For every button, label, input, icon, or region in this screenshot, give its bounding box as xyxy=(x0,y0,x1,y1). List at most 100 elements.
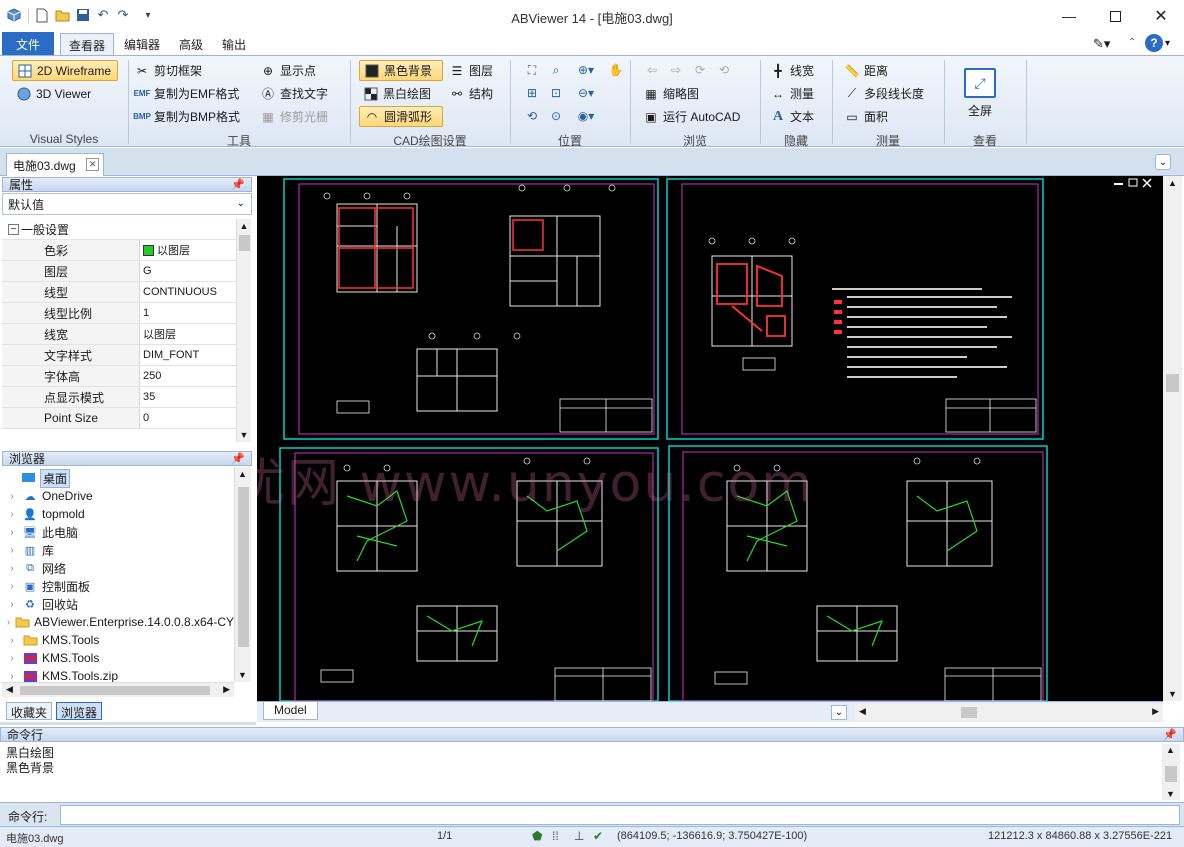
fullscreen-icon[interactable]: ⤢ xyxy=(964,68,996,98)
zoom-window-icon[interactable]: ⌕ xyxy=(546,60,566,80)
ortho-icon[interactable]: ⊥ xyxy=(574,829,584,843)
canvas-hscrollbar[interactable]: ◀ ▶ xyxy=(855,704,1163,721)
run-autocad-button[interactable]: ▣ 运行 AutoCAD xyxy=(643,106,740,127)
forward-arrow-icon[interactable]: ⇨ xyxy=(666,60,686,80)
clip-frame-button[interactable]: ✂ 剪切框架 xyxy=(134,60,202,81)
property-value[interactable]: 35 xyxy=(140,387,237,407)
reload-icon[interactable]: ⟲ xyxy=(714,60,734,80)
show-points-button[interactable]: ⊕ 显示点 xyxy=(260,60,316,81)
tab-output[interactable]: 输出 xyxy=(214,32,254,56)
fullscreen-button-label[interactable]: 全屏 xyxy=(954,102,1006,119)
thumbnail-button[interactable]: ▦ 缩略图 xyxy=(643,83,699,104)
browser-scrollbar[interactable]: ▲ ▼ xyxy=(234,467,251,682)
clip-raster-button[interactable]: ▦ 修剪光栅 xyxy=(260,106,328,127)
zoom-extents-icon[interactable]: ⛶ xyxy=(522,60,542,80)
expand-chevron-icon[interactable]: › xyxy=(6,491,18,502)
expand-chevron-icon[interactable]: › xyxy=(6,509,18,520)
structure-button[interactable]: ⚯ 结构 xyxy=(449,83,493,104)
view-3d-icon[interactable]: ⟲ xyxy=(522,106,542,126)
back-arrow-icon[interactable]: ⇦ xyxy=(642,60,662,80)
layout-list-icon[interactable]: ⌄ xyxy=(831,705,847,720)
maximize-button[interactable] xyxy=(1092,0,1138,32)
property-value[interactable]: DIM_FONT xyxy=(140,345,237,365)
command-input[interactable] xyxy=(60,805,1180,825)
tree-item[interactable]: › KMS.Tools.zip xyxy=(2,667,234,682)
tree-item[interactable]: › KMS.Tools xyxy=(2,649,234,667)
property-value[interactable]: CONTINUOUS xyxy=(140,282,237,302)
collapse-ribbon-icon[interactable]: ⌃ xyxy=(1128,37,1136,48)
property-value[interactable]: G xyxy=(140,261,237,281)
close-tab-icon[interactable]: ✕ xyxy=(86,158,99,171)
bw-drawing-button[interactable]: 黑白绘图 xyxy=(363,83,431,104)
find-text-button[interactable]: Ⓐ 查找文字 xyxy=(260,83,328,104)
tree-item[interactable]: › 🖥 此电脑 xyxy=(2,523,234,541)
expand-chevron-icon[interactable]: › xyxy=(6,671,18,682)
copy-bmp-button[interactable]: BMP 复制为BMP格式 xyxy=(133,106,240,127)
zoom-out-icon[interactable]: ⊖▾ xyxy=(572,83,600,103)
pan-hand-icon[interactable]: ✋ xyxy=(606,60,626,80)
zoom-all-icon[interactable]: ⊡ xyxy=(546,83,566,103)
property-row[interactable]: 字体高 250 xyxy=(2,366,237,387)
black-background-button[interactable]: 黑色背景 xyxy=(359,60,443,81)
tree-item[interactable]: › 👤 topmold xyxy=(2,505,234,523)
tree-item[interactable]: › ⧉ 网络 xyxy=(2,559,234,577)
expand-chevron-icon[interactable]: › xyxy=(6,599,18,610)
tab-list-dropdown-icon[interactable]: ⌄ xyxy=(1155,154,1171,170)
snap-icon[interactable]: ⬟ xyxy=(532,829,542,843)
close-button[interactable]: ✕ xyxy=(1138,0,1184,32)
expand-chevron-icon[interactable]: › xyxy=(6,581,18,592)
tree-item[interactable]: › ▣ 控制面板 xyxy=(2,577,234,595)
hide-measure-button[interactable]: ↔ 测量 xyxy=(770,83,814,104)
polyline-length-button[interactable]: ⟋ 多段线长度 xyxy=(844,83,924,104)
browser-hscrollbar[interactable]: ◀ ▶ xyxy=(2,682,234,697)
property-row[interactable]: 线型 CONTINUOUS xyxy=(2,282,237,303)
check-icon[interactable]: ✔ xyxy=(593,829,603,843)
viewer-3d-button[interactable]: 3D Viewer xyxy=(16,83,91,104)
properties-selector[interactable]: 默认值 ⌄ xyxy=(2,193,252,215)
grid-icon[interactable]: ⁞⁞ xyxy=(552,829,559,843)
tab-favorites[interactable]: 收藏夹 xyxy=(6,702,53,720)
distance-button[interactable]: 📏 距离 xyxy=(844,60,889,81)
pin-icon[interactable]: 📌 xyxy=(1163,728,1177,741)
pin-icon[interactable]: 📌 xyxy=(231,452,245,465)
document-tab[interactable]: 电施03.dwg ✕ xyxy=(6,153,104,176)
refresh-icon[interactable]: ⟳ xyxy=(690,60,710,80)
wireframe-2d-button[interactable]: 2D Wireframe xyxy=(12,60,118,81)
property-value[interactable]: 0 xyxy=(140,408,237,428)
expand-chevron-icon[interactable]: › xyxy=(6,635,18,646)
copy-emf-button[interactable]: EMF 复制为EMF格式 xyxy=(134,83,240,104)
tab-viewer[interactable]: 查看器 xyxy=(60,33,115,57)
property-row[interactable]: 文字样式 DIM_FONT xyxy=(2,345,237,366)
tree-item[interactable]: › KMS.Tools xyxy=(2,631,234,649)
line-width-button[interactable]: ╋ 线宽 xyxy=(770,60,814,81)
expand-chevron-icon[interactable]: › xyxy=(6,617,11,628)
tree-item[interactable]: › ABViewer.Enterprise.14.0.0.8.x64-CY xyxy=(2,613,234,631)
property-section[interactable]: − 一般设置 xyxy=(2,219,237,240)
minimize-button[interactable]: — xyxy=(1046,0,1092,32)
pin-icon[interactable]: 📌 xyxy=(231,178,245,191)
property-value[interactable]: 以图层 xyxy=(140,324,237,344)
area-button[interactable]: ▭ 面积 xyxy=(844,106,888,127)
properties-scrollbar[interactable]: ▲ ▼ xyxy=(236,219,251,442)
orbit-icon[interactable]: ◉▾ xyxy=(572,106,600,126)
style-brush-icon[interactable]: ✎▾ xyxy=(1093,36,1110,52)
property-row[interactable]: 图层 G xyxy=(2,261,237,282)
expand-chevron-icon[interactable]: › xyxy=(6,545,18,556)
canvas-vscrollbar[interactable]: ▲ ▼ xyxy=(1163,176,1182,701)
property-row[interactable]: Point Size 0 xyxy=(2,408,237,429)
expand-chevron-icon[interactable]: › xyxy=(6,563,18,574)
command-scrollbar[interactable]: ▲ ▼ xyxy=(1162,744,1180,800)
layers-button[interactable]: ☰ 图层 xyxy=(449,60,493,81)
collapse-icon[interactable]: − xyxy=(8,223,19,235)
property-row[interactable]: 色彩 以图层 xyxy=(2,240,237,261)
property-row[interactable]: 线宽 以图层 xyxy=(2,324,237,345)
tree-item[interactable]: › ☁ OneDrive xyxy=(2,487,234,505)
tree-item[interactable]: 桌面 xyxy=(2,469,234,488)
zoom-previous-icon[interactable]: ⊙ xyxy=(546,106,566,126)
tab-editor[interactable]: 编辑器 xyxy=(116,32,168,56)
property-value[interactable]: 以图层 xyxy=(140,240,237,260)
expand-chevron-icon[interactable]: › xyxy=(6,527,18,538)
tree-item[interactable]: › ▥ 库 xyxy=(2,541,234,559)
hide-text-button[interactable]: A 文本 xyxy=(770,106,814,127)
help-dropdown-icon[interactable]: ▾ xyxy=(1165,38,1170,49)
